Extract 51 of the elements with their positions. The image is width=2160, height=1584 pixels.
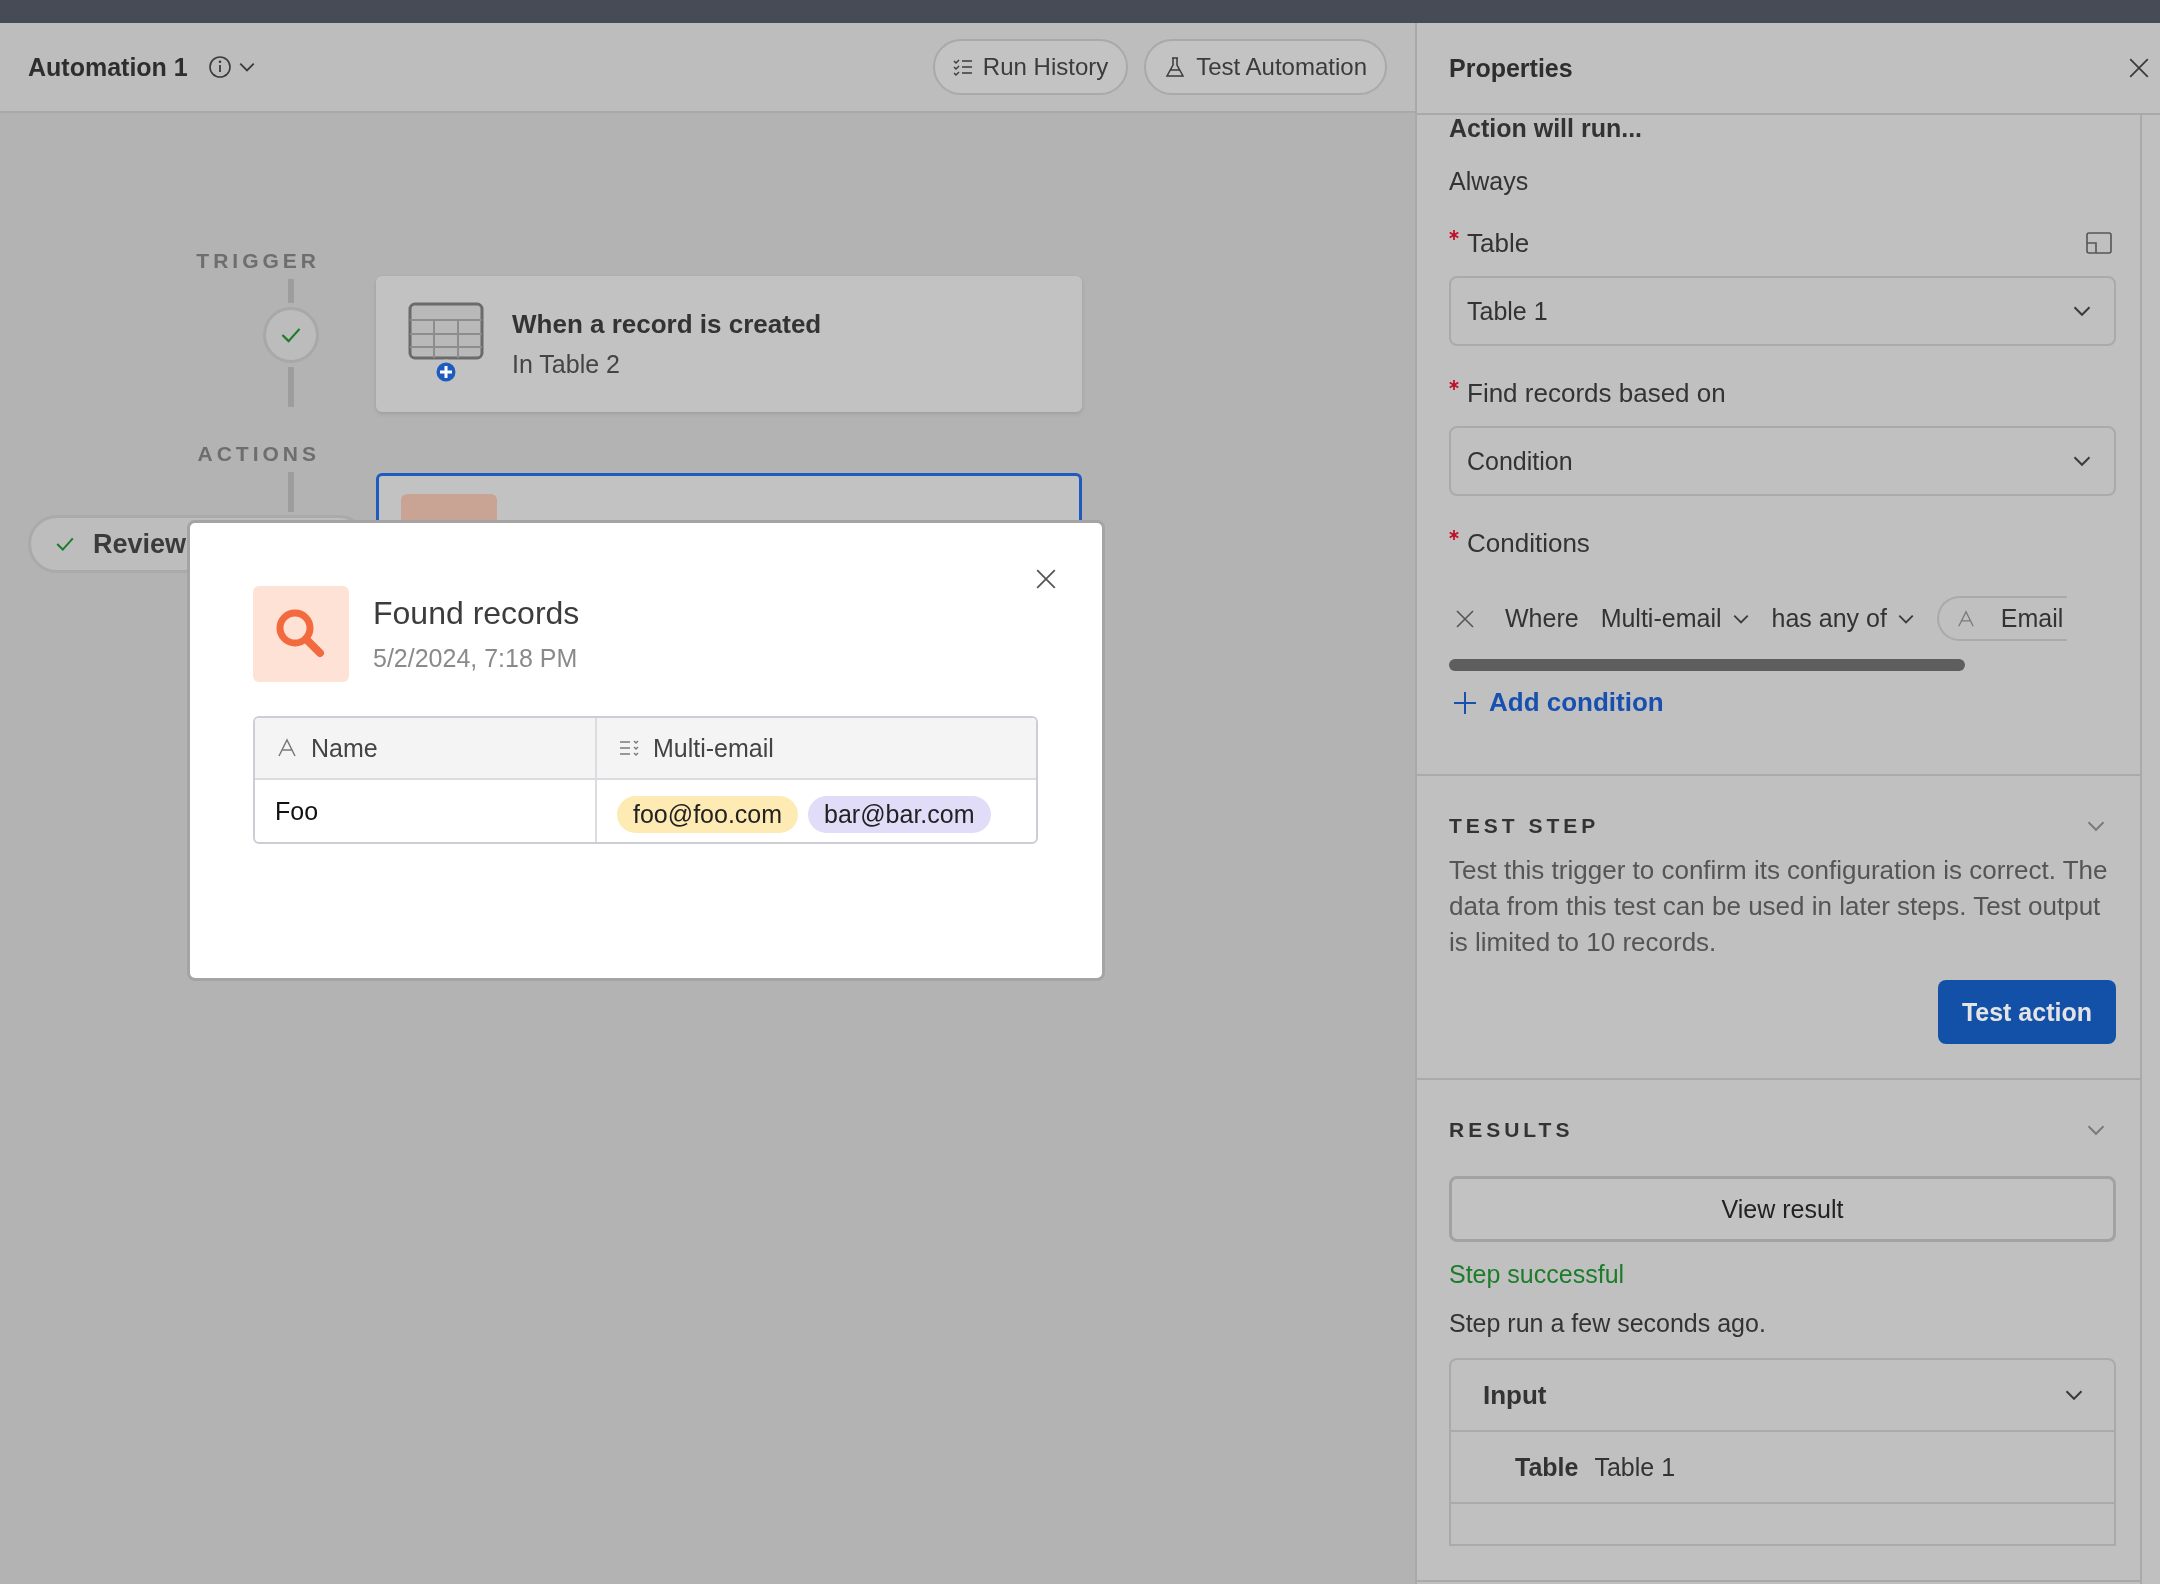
multi-select-icon xyxy=(619,738,639,758)
panel-layout-icon[interactable] xyxy=(2086,232,2112,254)
dropdown[interactable]: Condition xyxy=(1449,426,2116,496)
text-field-icon xyxy=(277,738,297,758)
section-heading: TEST STEP xyxy=(1449,814,1600,838)
trigger-title: When a record is created xyxy=(512,309,822,340)
dialog-title: Found records xyxy=(373,595,580,632)
column-header: Multi-email xyxy=(597,718,1036,780)
value-field[interactable]: Email xyxy=(1936,596,2068,641)
test-automation-button[interactable]: Test Automation xyxy=(1144,39,1387,95)
actions-label: ACTIONS xyxy=(196,442,320,467)
section-label: Action will run... xyxy=(1449,115,1644,141)
input-key: Table xyxy=(1515,1452,1579,1482)
table-cell: Foo xyxy=(255,780,597,842)
field-dropdown[interactable]: Multi-email xyxy=(1600,604,1750,633)
input-heading: Input xyxy=(1483,1379,1547,1411)
status-text: Step successful xyxy=(1449,1260,1626,1289)
panel-title: Properties xyxy=(1449,53,1573,83)
automation-title: Automation 1 xyxy=(28,52,188,82)
checklist-icon xyxy=(952,57,973,77)
description-text: Test this trigger to confirm its configuration is correct. The data from this test can be used in later steps. Test output is limited to 10 records. xyxy=(1449,854,2109,959)
search-icon xyxy=(253,586,349,682)
scrollbar[interactable] xyxy=(1449,659,1965,671)
close-icon[interactable] xyxy=(2128,57,2150,79)
input-value: Table 1 xyxy=(1594,1452,1676,1482)
run-history-button[interactable]: Run History xyxy=(932,39,1129,95)
where-label: Where xyxy=(1505,604,1579,633)
close-icon[interactable] xyxy=(1035,568,1057,590)
add-condition-link[interactable]: Add condition xyxy=(1449,687,1664,718)
run-condition-text: Always xyxy=(1449,167,1530,196)
operator-dropdown[interactable]: has any of xyxy=(1771,604,1915,633)
dropdown[interactable]: Table 1 xyxy=(1449,276,2116,346)
text-field-icon xyxy=(1956,609,1975,628)
test-action-button[interactable]: Test action xyxy=(1937,980,2116,1044)
flask-icon xyxy=(1164,56,1187,78)
email-tag: foo@foo.com xyxy=(617,795,799,833)
field-label: Table xyxy=(1467,227,1531,259)
field-label: Find records based on xyxy=(1467,377,1727,409)
column-header: Name xyxy=(255,718,597,780)
trigger-subtitle: In Table 2 xyxy=(512,350,621,379)
email-tag: bar@bar.com xyxy=(808,795,991,833)
section-heading: RESULTS xyxy=(1449,1118,1574,1142)
info-icon[interactable] xyxy=(207,55,232,79)
remove-icon[interactable] xyxy=(1455,608,1475,629)
dialog-date: 5/2/2024, 7:18 PM xyxy=(373,644,579,673)
trigger-card[interactable]: When a record is created In Table 2 xyxy=(376,276,1082,412)
timestamp-text: Step run a few seconds ago. xyxy=(1449,1309,1767,1338)
view-result-button[interactable]: View result xyxy=(1449,1176,2116,1242)
field-label: Conditions xyxy=(1467,527,1591,559)
plus-icon xyxy=(1453,690,1477,715)
trigger-label: TRIGGER xyxy=(195,249,320,274)
